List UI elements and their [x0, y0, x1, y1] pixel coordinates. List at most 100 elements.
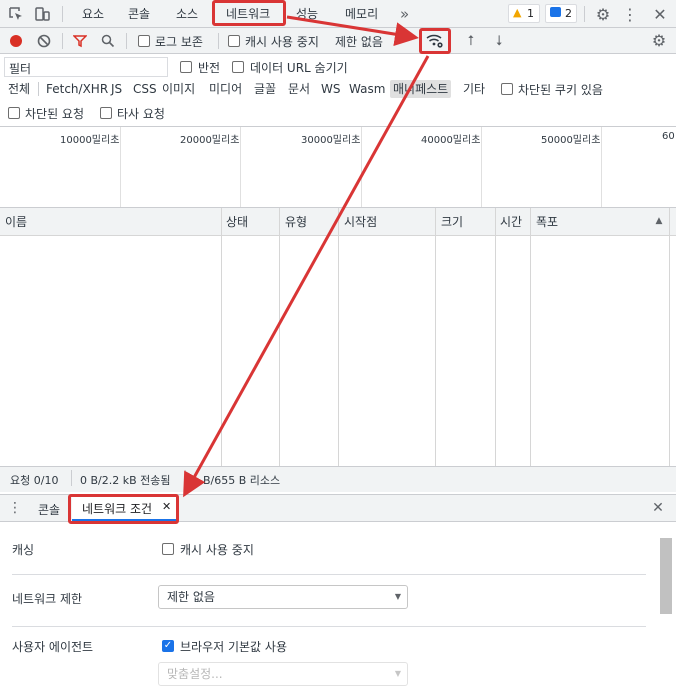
drawer-menu-icon[interactable]: ⋮: [8, 500, 22, 516]
throttling-label: 네트워크 제한: [12, 592, 83, 606]
device-toolbar-icon[interactable]: [32, 4, 52, 24]
status-divider: [71, 470, 72, 486]
blocked-cookies-label: 차단된 쿠키 있음: [518, 83, 603, 97]
drawer-scrollbar-thumb[interactable]: [660, 538, 672, 614]
more-tabs-icon[interactable]: »: [400, 0, 409, 28]
message-icon: [550, 7, 561, 17]
column-divider: [495, 208, 496, 466]
status-requests: 요청 0/10: [10, 474, 59, 487]
timeline-tick: 20000밀리초: [180, 135, 240, 146]
user-agent-label: 사용자 에이전트: [12, 640, 94, 654]
disable-cache-label: 캐시 사용 중지: [245, 35, 319, 49]
caching-label: 캐싱: [12, 543, 35, 557]
invert-checkbox[interactable]: [180, 61, 192, 73]
throttling-dropdown[interactable]: 제한 없음: [335, 33, 383, 50]
blocked-requests-label: 차단된 요청: [25, 107, 85, 121]
column-divider: [435, 208, 436, 466]
filter-type-ws[interactable]: WS: [321, 80, 340, 98]
timeline-tick: 10000밀리초: [60, 135, 120, 146]
blocked-requests-checkbox[interactable]: [8, 107, 20, 119]
column-header-initiator[interactable]: 시작점: [344, 209, 377, 235]
drawer-disable-cache-checkbox[interactable]: [162, 543, 174, 555]
filter-type-fetch-xhr[interactable]: Fetch/XHR: [46, 80, 108, 98]
column-header-name[interactable]: 이름: [5, 209, 27, 235]
sort-ascending-icon[interactable]: ▲: [652, 214, 666, 228]
warning-badge[interactable]: ▲ 1: [508, 4, 540, 23]
throttling-select-value: 제한 없음: [167, 590, 215, 604]
tab-memory[interactable]: 메모리: [345, 0, 378, 28]
inspect-element-icon[interactable]: [6, 4, 26, 24]
status-transferred: 0 B/2.2 kB 전송됨: [80, 474, 171, 487]
close-devtools-icon[interactable]: ✕: [650, 4, 670, 24]
toolbar-divider: [62, 6, 63, 22]
tab-elements[interactable]: 요소: [82, 0, 104, 28]
third-party-checkbox[interactable]: [100, 107, 112, 119]
use-browser-default-checkbox[interactable]: ✓: [162, 640, 174, 652]
column-header-waterfall[interactable]: 폭포: [536, 209, 558, 235]
network-conditions-icon[interactable]: [424, 31, 446, 51]
filter-icon[interactable]: [72, 33, 88, 49]
import-har-icon[interactable]: ⭡: [463, 33, 479, 49]
warning-icon: ▲: [513, 6, 522, 19]
filter-type-other[interactable]: 기타: [463, 80, 485, 98]
timeline-gridline: [481, 127, 482, 207]
filter-type-image[interactable]: 이미지: [162, 80, 195, 98]
use-browser-default-label: 브라우저 기본값 사용: [180, 640, 287, 654]
column-header-time[interactable]: 시간: [500, 209, 522, 235]
filter-input[interactable]: 필터: [4, 57, 168, 77]
message-badge[interactable]: 2: [545, 4, 577, 23]
column-header-status[interactable]: 상태: [226, 209, 248, 235]
filter-type-media[interactable]: 미디어: [209, 80, 242, 98]
invert-label: 반전: [198, 61, 221, 75]
filter-type-wasm[interactable]: Wasm: [349, 80, 385, 98]
settings-gear-icon[interactable]: ⚙: [593, 4, 613, 24]
preserve-log-label: 로그 보존: [155, 35, 203, 49]
column-header-type[interactable]: 유형: [285, 209, 307, 235]
filter-type-all[interactable]: 전체: [8, 80, 30, 98]
toolbar-divider: [584, 6, 585, 22]
more-options-icon[interactable]: ⋮: [620, 4, 640, 24]
preserve-log-checkbox[interactable]: [138, 35, 150, 47]
tab-sources[interactable]: 소스: [176, 0, 198, 28]
arrow-to-drawer-tab: [183, 55, 430, 498]
network-settings-icon[interactable]: ⚙: [650, 31, 668, 50]
drawer-disable-cache-label: 캐시 사용 중지: [180, 543, 254, 557]
toolbar-divider: [62, 33, 63, 49]
filter-type-doc[interactable]: 문서: [288, 80, 310, 98]
column-divider: [279, 208, 280, 466]
user-agent-select-value: 맞춤설정...: [167, 667, 223, 681]
filter-type-css[interactable]: CSS: [133, 80, 157, 98]
timeline-gridline: [120, 127, 121, 207]
hide-data-urls-checkbox[interactable]: [232, 61, 244, 73]
timeline-tick: 50000밀리초: [541, 135, 601, 146]
disable-cache-checkbox[interactable]: [228, 35, 240, 47]
column-divider: [221, 208, 222, 466]
filter-type-font[interactable]: 글꼴: [254, 80, 276, 98]
blocked-cookies-checkbox[interactable]: [501, 83, 513, 95]
tab-performance[interactable]: 성능: [296, 0, 318, 28]
throttling-select[interactable]: 제한 없음 ▼: [158, 585, 408, 609]
tab-console[interactable]: 콘솔: [128, 0, 150, 28]
network-tab-highlight: [212, 0, 286, 26]
close-drawer-icon[interactable]: ✕: [650, 500, 666, 516]
filter-type-js[interactable]: JS: [111, 80, 122, 98]
timeline-gridline: [240, 127, 241, 207]
timeline-gridline: [361, 127, 362, 207]
user-agent-select[interactable]: 맞춤설정... ▼: [158, 662, 408, 686]
clear-icon[interactable]: [36, 33, 52, 49]
warning-count: 1: [527, 7, 534, 20]
toolbar-divider: [218, 33, 219, 49]
filter-type-manifest[interactable]: 매니페스트: [390, 80, 452, 98]
export-har-icon[interactable]: ⭣: [491, 33, 507, 49]
chevron-down-icon: ▼: [394, 592, 401, 601]
drawer-tab-console[interactable]: 콘솔: [38, 501, 60, 518]
third-party-label: 타사 요청: [117, 107, 165, 121]
timeline-gridline: [601, 127, 602, 207]
column-header-size[interactable]: 크기: [441, 209, 463, 235]
search-icon[interactable]: [100, 33, 116, 49]
column-divider: [338, 208, 339, 466]
drawer-tab-highlight: [68, 494, 179, 524]
filter-divider: [38, 82, 39, 96]
section-divider: [12, 574, 646, 575]
record-button[interactable]: [10, 35, 22, 47]
